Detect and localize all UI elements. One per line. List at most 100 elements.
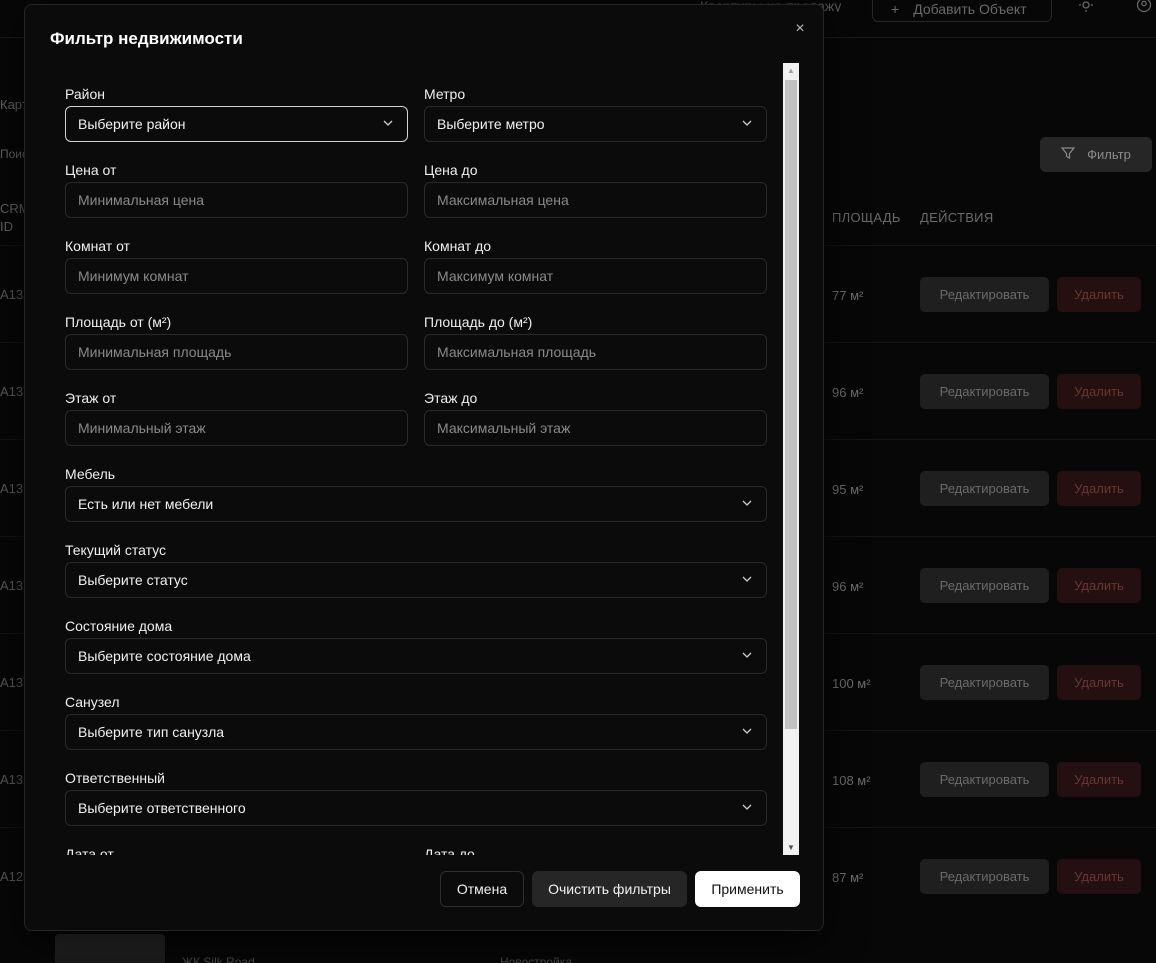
row-area: 96 м² — [832, 579, 864, 594]
sun-icon[interactable] — [1078, 0, 1094, 16]
rooms-from-field: Комнат от Минимум комнат — [65, 238, 408, 294]
floor-from-label: Этаж от — [65, 390, 117, 406]
apply-button[interactable]: Применить — [695, 871, 800, 907]
column-crm-id-line1: CRM — [0, 201, 24, 216]
price-to-input[interactable]: Максимальная цена — [424, 182, 767, 218]
floor-to-input[interactable]: Максимальный этаж — [424, 410, 767, 446]
area-from-input[interactable]: Минимальная площадь — [65, 334, 408, 370]
filter-form: Район Выберите район Метро Выберите метр… — [65, 65, 809, 855]
edit-button[interactable]: Редактировать — [920, 374, 1049, 409]
edit-button[interactable]: Редактировать — [920, 277, 1049, 312]
bathroom-select[interactable]: Выберите тип санузла — [65, 714, 767, 750]
delete-button[interactable]: Удалить — [1057, 568, 1141, 603]
condition-select[interactable]: Выберите состояние дома — [65, 638, 767, 674]
floor-to-placeholder: Максимальный этаж — [437, 420, 571, 436]
edit-button[interactable]: Редактировать — [920, 762, 1049, 797]
cancel-button[interactable]: Отмена — [440, 871, 524, 907]
responsible-label: Ответственный — [65, 770, 165, 786]
price-to-field: Цена до Максимальная цена — [424, 162, 767, 218]
delete-button[interactable]: Удалить — [1057, 665, 1141, 700]
delete-button[interactable]: Удалить — [1057, 277, 1141, 312]
area-from-label: Площадь от (м²) — [65, 314, 172, 330]
bathroom-label: Санузел — [65, 694, 120, 710]
column-area: ПЛОЩАДЬ — [832, 210, 901, 225]
metro-label: Метро — [424, 86, 466, 102]
property-name: ЖК Silk Road — [182, 955, 255, 963]
edit-button[interactable]: Редактировать — [920, 859, 1049, 894]
furniture-select[interactable]: Есть или нет мебели — [65, 486, 767, 522]
tab-fragment: Карт — [0, 97, 24, 112]
area-from-field: Площадь от (м²) Минимальная площадь — [65, 314, 408, 370]
user-icon[interactable] — [1136, 0, 1152, 16]
chevron-down-icon — [383, 118, 393, 128]
furniture-label: Мебель — [65, 466, 116, 482]
status-select[interactable]: Выберите статус — [65, 562, 767, 598]
chevron-down-icon — [742, 650, 752, 660]
row-id: A137 — [0, 287, 24, 302]
add-object-button[interactable]: + Добавить Объект — [872, 0, 1052, 22]
modal-title: Фильтр недвижимости — [50, 29, 243, 48]
column-crm-id-line2: ID — [0, 219, 13, 234]
bathroom-select-value: Выберите тип санузла — [78, 724, 225, 740]
edit-button[interactable]: Редактировать — [920, 568, 1049, 603]
metro-select[interactable]: Выберите метро — [424, 106, 767, 142]
rooms-from-label: Комнат от — [65, 238, 130, 254]
edit-button[interactable]: Редактировать — [920, 471, 1049, 506]
scrollbar-thumb[interactable] — [785, 80, 797, 729]
price-from-placeholder: Минимальная цена — [78, 192, 205, 208]
rooms-to-input[interactable]: Максимум комнат — [424, 258, 767, 294]
date-to-field: Дата до — [424, 846, 475, 855]
furniture-select-value: Есть или нет мебели — [78, 496, 214, 512]
row-area: 108 м² — [832, 773, 871, 788]
row-area: 87 м² — [832, 870, 864, 885]
status-label: Текущий статус — [65, 542, 167, 558]
scroll-up-arrow-icon[interactable]: ▲ — [783, 63, 799, 78]
row-id: A137 — [0, 481, 24, 496]
filter-button-label: Фильтр — [1087, 147, 1131, 162]
close-icon[interactable]: × — [791, 20, 809, 38]
responsible-select[interactable]: Выберите ответственного — [65, 790, 767, 826]
status-select-value: Выберите статус — [78, 572, 188, 588]
responsible-field: Ответственный Выберите ответственного — [65, 770, 767, 826]
chevron-down-icon — [742, 498, 752, 508]
clear-filters-button[interactable]: Очистить фильтры — [532, 871, 687, 907]
rooms-to-label: Комнат до — [424, 238, 492, 254]
row-area: 95 м² — [832, 482, 864, 497]
property-status: Новостройка — [500, 955, 572, 963]
rooms-from-input[interactable]: Минимум комнат — [65, 258, 408, 294]
date-to-label: Дата до — [424, 846, 475, 855]
filter-icon — [1060, 146, 1076, 163]
delete-button[interactable]: Удалить — [1057, 471, 1141, 506]
date-from-label: Дата от — [65, 846, 114, 855]
chevron-down-icon — [742, 726, 752, 736]
floor-from-input[interactable]: Минимальный этаж — [65, 410, 408, 446]
condition-select-value: Выберите состояние дома — [78, 648, 251, 664]
chevron-down-icon — [742, 802, 752, 812]
delete-button[interactable]: Удалить — [1057, 859, 1141, 894]
price-from-field: Цена от Минимальная цена — [65, 162, 408, 218]
column-actions: ДЕЙСТВИЯ — [920, 210, 994, 225]
rooms-to-placeholder: Максимум комнат — [437, 268, 554, 284]
form-scrollbar[interactable]: ▲ ▼ — [783, 63, 799, 855]
scroll-down-arrow-icon[interactable]: ▼ — [783, 840, 799, 855]
property-thumbnail — [55, 934, 165, 963]
delete-button[interactable]: Удалить — [1057, 762, 1141, 797]
floor-to-label: Этаж до — [424, 390, 478, 406]
row-id: A137 — [0, 384, 24, 399]
area-to-field: Площадь до (м²) Максимальная площадь — [424, 314, 767, 370]
row-id: A137 — [0, 675, 24, 690]
district-select[interactable]: Выберите район — [65, 106, 408, 142]
edit-button[interactable]: Редактировать — [920, 665, 1049, 700]
filter-button[interactable]: Фильтр — [1040, 137, 1152, 172]
modal-footer: Отмена Очистить фильтры Применить — [25, 871, 825, 907]
add-object-label: Добавить Объект — [913, 1, 1027, 17]
plus-icon: + — [891, 1, 900, 17]
delete-button[interactable]: Удалить — [1057, 374, 1141, 409]
price-from-label: Цена от — [65, 162, 117, 178]
row-id: A126 — [0, 869, 24, 884]
condition-field: Состояние дома Выберите состояние дома — [65, 618, 767, 674]
area-to-label: Площадь до (м²) — [424, 314, 533, 330]
price-from-input[interactable]: Минимальная цена — [65, 182, 408, 218]
area-to-placeholder: Максимальная площадь — [437, 344, 597, 360]
area-to-input[interactable]: Максимальная площадь — [424, 334, 767, 370]
